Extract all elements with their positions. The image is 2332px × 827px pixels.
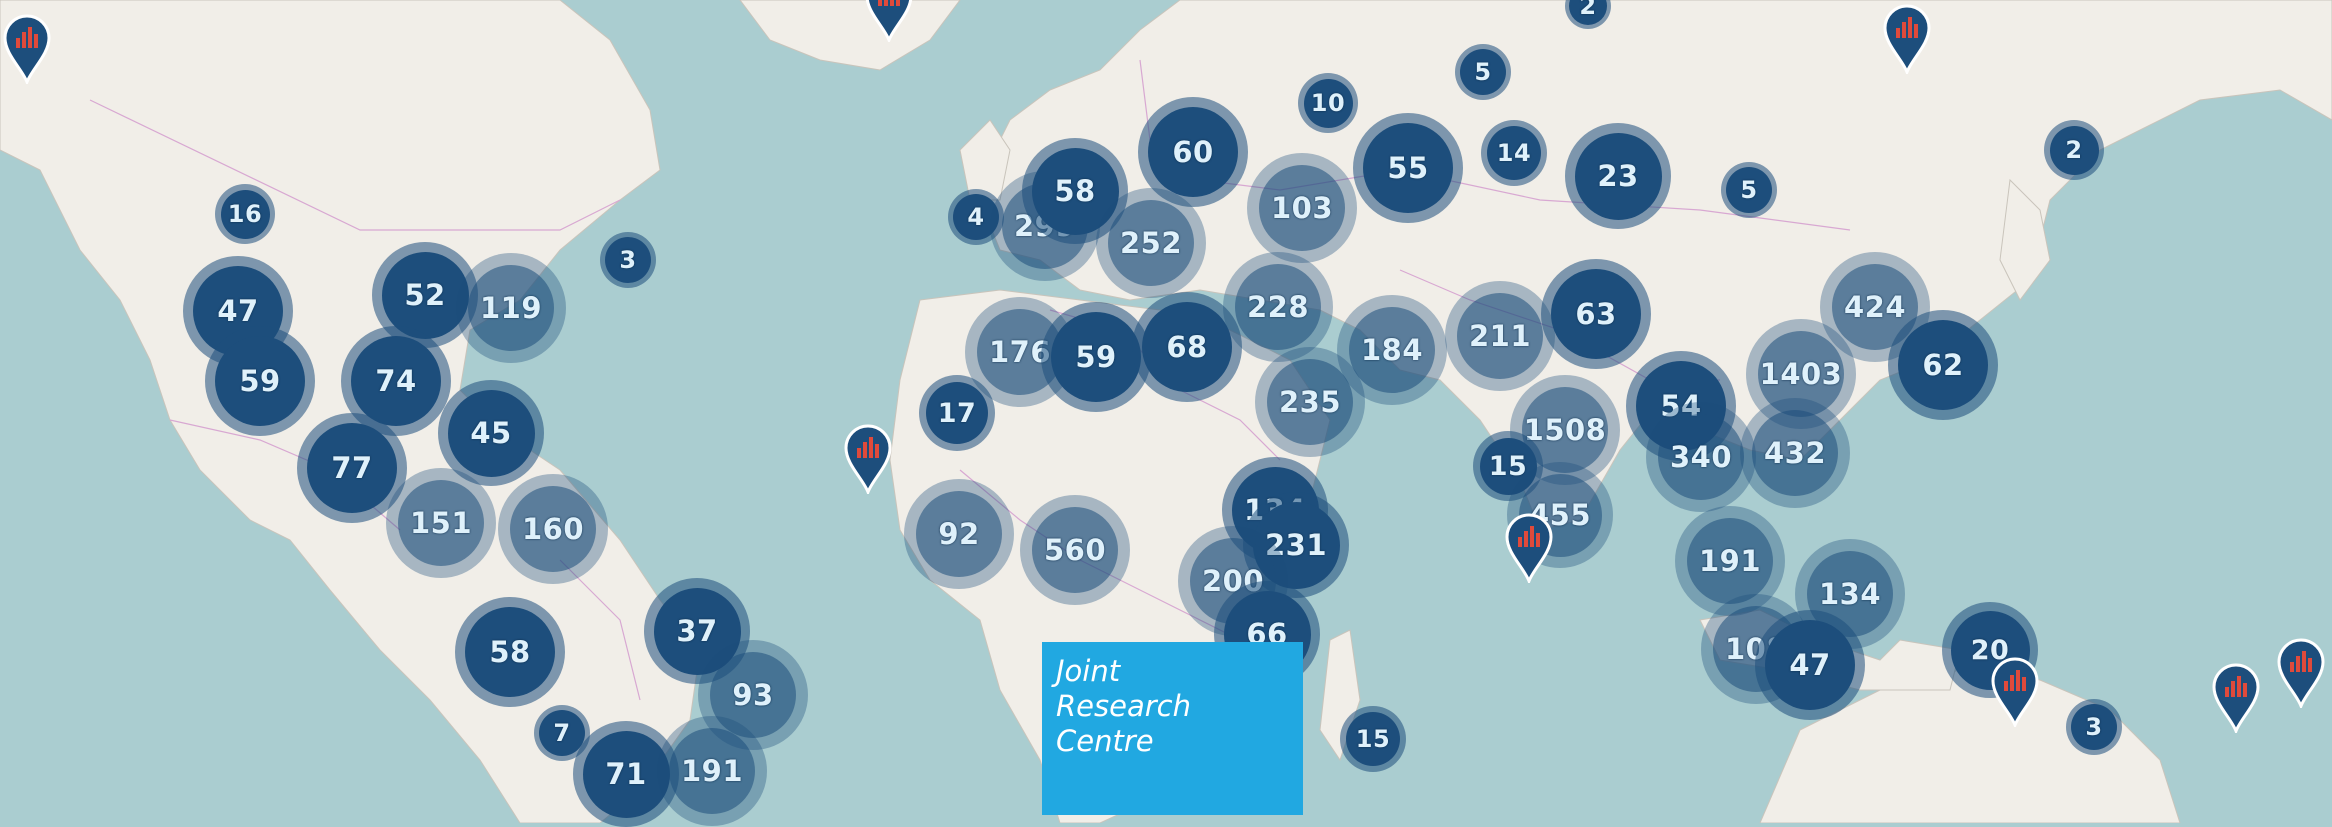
cluster-count: 45	[470, 416, 512, 450]
cluster-count: 3	[2085, 713, 2103, 741]
cluster-marker[interactable]: 235	[1255, 347, 1365, 457]
cluster-count: 4	[967, 203, 985, 231]
cluster-count: 52	[404, 278, 446, 312]
cluster-count: 47	[217, 294, 259, 328]
cluster-count: 58	[1054, 174, 1096, 208]
cluster-marker[interactable]: 14	[1481, 120, 1547, 186]
cluster-count: 7	[553, 719, 571, 747]
cluster-count: 71	[605, 757, 647, 791]
cluster-marker[interactable]: 2	[2044, 120, 2104, 180]
cluster-count: 424	[1843, 290, 1907, 324]
cluster-marker[interactable]: 59	[205, 326, 315, 436]
cluster-marker[interactable]: 55	[1353, 113, 1463, 223]
cluster-count: 134	[1818, 577, 1882, 611]
station-pin-icon[interactable]	[1990, 657, 2040, 727]
cluster-marker[interactable]: 3	[600, 232, 656, 288]
cluster-count: 252	[1119, 226, 1183, 260]
cluster-count: 2	[1579, 0, 1597, 20]
logo-line-1: Joint	[1056, 654, 1121, 688]
cluster-marker[interactable]: 3	[2066, 699, 2122, 755]
jrc-logo: Joint Research Centre	[1042, 642, 1303, 815]
cluster-marker[interactable]: 63	[1541, 259, 1651, 369]
cluster-count: 3	[619, 246, 637, 274]
cluster-count: 191	[680, 754, 744, 788]
cluster-count: 17	[937, 397, 977, 429]
cluster-count: 211	[1468, 319, 1532, 353]
cluster-marker[interactable]: 5	[1455, 44, 1511, 100]
cluster-marker[interactable]: 15	[1340, 706, 1406, 772]
cluster-count: 59	[239, 364, 281, 398]
cluster-count: 191	[1698, 544, 1762, 578]
cluster-count: 74	[375, 364, 417, 398]
cluster-marker[interactable]: 68	[1132, 292, 1242, 402]
logo-line-3: Centre	[1056, 724, 1154, 758]
cluster-count: 160	[521, 512, 585, 546]
cluster-marker[interactable]: 58	[455, 597, 565, 707]
cluster-count: 560	[1043, 533, 1107, 567]
cluster-count: 228	[1246, 290, 1310, 324]
cluster-count: 23	[1597, 159, 1639, 193]
station-pin-icon[interactable]	[864, 0, 914, 42]
cluster-count: 63	[1575, 297, 1617, 331]
logo-line-2: Research	[1056, 689, 1191, 723]
cluster-marker[interactable]: 17	[919, 375, 995, 451]
cluster-marker[interactable]: 211	[1445, 281, 1555, 391]
cluster-count: 1403	[1759, 357, 1843, 391]
station-pin-icon[interactable]	[2276, 638, 2326, 708]
cluster-marker[interactable]: 432	[1740, 398, 1850, 508]
cluster-marker[interactable]: 151	[386, 468, 496, 578]
cluster-marker[interactable]: 191	[657, 716, 767, 826]
cluster-marker[interactable]: 92	[904, 479, 1014, 589]
station-pin-icon[interactable]	[843, 424, 893, 494]
cluster-count: 92	[938, 517, 980, 551]
cluster-marker[interactable]: 60	[1138, 97, 1248, 207]
cluster-count: 58	[489, 635, 531, 669]
cluster-count: 16	[227, 200, 263, 228]
cluster-count: 77	[331, 451, 373, 485]
cluster-marker[interactable]: 119	[456, 253, 566, 363]
cluster-count: 340	[1669, 440, 1733, 474]
cluster-marker[interactable]: 62	[1888, 310, 1998, 420]
cluster-count: 62	[1922, 348, 1964, 382]
cluster-count: 59	[1075, 340, 1117, 374]
station-pin-icon[interactable]	[1882, 4, 1932, 74]
cluster-marker[interactable]: 23	[1565, 123, 1671, 229]
cluster-marker[interactable]: 5	[1721, 162, 1777, 218]
cluster-count: 151	[409, 506, 473, 540]
cluster-count: 15	[1355, 725, 1391, 753]
cluster-count: 1508	[1523, 413, 1607, 447]
cluster-count: 119	[479, 291, 543, 325]
cluster-count: 68	[1166, 330, 1208, 364]
cluster-count: 10	[1310, 89, 1346, 117]
cluster-count: 5	[1740, 176, 1758, 204]
cluster-marker[interactable]: 16	[215, 184, 275, 244]
cluster-count: 2	[2065, 136, 2083, 164]
station-pin-icon[interactable]	[1504, 513, 1554, 583]
cluster-count: 432	[1763, 436, 1827, 470]
cluster-count: 60	[1172, 135, 1214, 169]
cluster-marker[interactable]: 103	[1247, 153, 1357, 263]
cluster-count: 103	[1270, 191, 1334, 225]
cluster-count: 93	[732, 678, 774, 712]
cluster-count: 235	[1278, 385, 1342, 419]
cluster-marker[interactable]: 560	[1020, 495, 1130, 605]
cluster-marker[interactable]: 47	[1755, 610, 1865, 720]
cluster-count: 184	[1360, 333, 1424, 367]
cluster-count: 55	[1387, 151, 1429, 185]
cluster-count: 5	[1474, 58, 1492, 86]
station-pin-icon[interactable]	[2, 14, 52, 84]
station-pin-icon[interactable]	[2211, 663, 2261, 733]
cluster-count: 47	[1789, 648, 1831, 682]
cluster-marker[interactable]: 10	[1298, 73, 1358, 133]
cluster-marker[interactable]: 160	[498, 474, 608, 584]
cluster-count: 14	[1496, 139, 1532, 167]
cluster-count: 37	[676, 614, 718, 648]
